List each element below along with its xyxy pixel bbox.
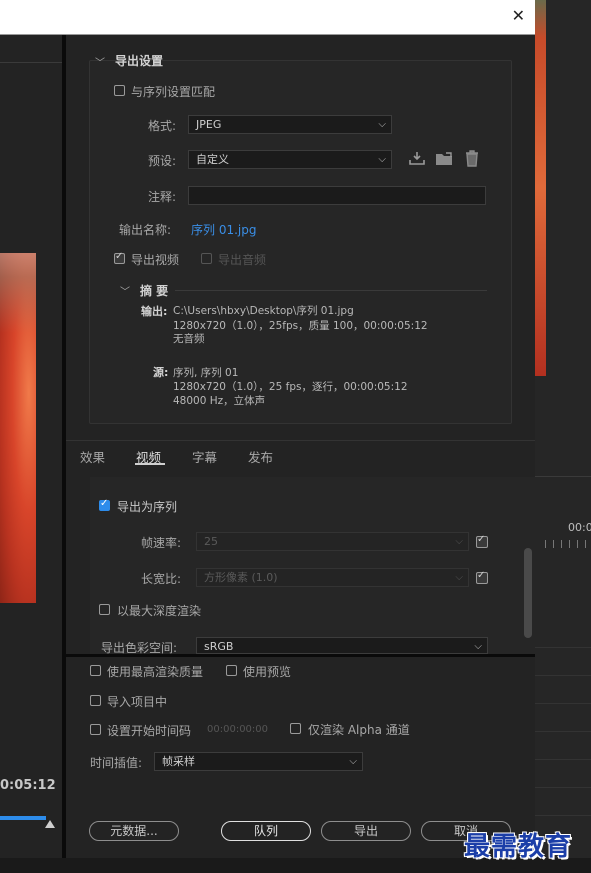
chevron-down-icon: ⌵ — [378, 119, 386, 130]
export-video-label: 导出视频 — [131, 253, 180, 267]
import-preset-icon[interactable] — [435, 150, 453, 170]
interpolation-value: 帧采样 — [162, 755, 195, 768]
export-button[interactable]: 导出 — [321, 821, 411, 841]
color-space-select[interactable]: sRGB ⌵ — [196, 637, 488, 654]
tab-publish[interactable]: 发布 — [248, 447, 273, 466]
format-label: 格式: — [148, 119, 177, 133]
export-as-sequence-checkbox[interactable] — [99, 498, 110, 511]
metadata-button[interactable]: 元数据... — [89, 821, 179, 841]
scrollbar[interactable] — [524, 548, 532, 638]
section-divider — [66, 654, 535, 657]
trash-icon[interactable] — [464, 150, 480, 171]
preview-timecode: 0:05:12 — [0, 778, 56, 793]
import-project-checkbox[interactable] — [90, 695, 101, 706]
aspect-value: 方形像素 (1.0) — [204, 571, 278, 584]
match-sequence-label: 与序列设置匹配 — [131, 85, 216, 99]
frame-rate-match-checkbox[interactable] — [476, 534, 488, 548]
right-panel-divider — [535, 476, 591, 477]
right-timecode: 00:0 — [568, 521, 591, 534]
interpolation-label: 时间插值: — [90, 756, 143, 770]
output-name-link[interactable]: 序列 01.jpg — [191, 221, 256, 238]
source-details: 1280x720（1.0），25 fps，逐行，00:00:05:12 — [173, 381, 408, 393]
format-select[interactable]: JPEG ⌵ — [188, 115, 392, 134]
start-timecode-checkbox[interactable] — [90, 724, 101, 735]
frame-rate-select[interactable]: 25 ⌵ — [196, 532, 469, 551]
export-as-sequence-label: 导出为序列 — [117, 500, 178, 514]
chevron-down-icon: ⌵ — [455, 536, 463, 547]
format-value: JPEG — [196, 118, 222, 131]
max-depth-label: 以最大深度渲染 — [117, 604, 202, 618]
preview-divider — [0, 62, 62, 63]
max-quality-checkbox[interactable] — [90, 665, 101, 676]
comments-label: 注释: — [148, 190, 177, 204]
match-sequence-checkbox[interactable] — [114, 85, 125, 96]
close-button[interactable]: ✕ — [512, 6, 525, 26]
start-timecode-label: 设置开始时间码 — [107, 724, 192, 738]
chevron-down-icon[interactable]: ﹀ — [120, 283, 130, 298]
preview-image-stem — [0, 253, 36, 333]
timeline-ruler — [545, 540, 591, 548]
output-details: 1280x720（1.0），25fps，质量 100，00:00:05:12 — [173, 320, 428, 332]
chevron-down-icon: ⌵ — [378, 154, 386, 165]
chevron-down-icon[interactable]: ﹀ — [95, 54, 105, 69]
chevron-down-icon: ⌵ — [349, 756, 357, 767]
max-depth-checkbox[interactable] — [99, 604, 110, 615]
interpolation-select[interactable]: 帧采样 ⌵ — [154, 752, 363, 771]
preset-value: 自定义 — [196, 153, 229, 166]
section-title: 导出设置 — [115, 54, 164, 68]
watermark-logo: 最需教育 — [464, 832, 573, 862]
preset-label: 预设: — [148, 154, 177, 168]
source-name: 序列, 序列 01 — [173, 367, 239, 379]
frame-rate-value: 25 — [204, 535, 218, 548]
output-name-label: 输出名称: — [119, 223, 172, 237]
source-audio: 48000 Hz，立体声 — [173, 395, 266, 407]
aspect-label: 长宽比: — [141, 572, 182, 586]
timeline-tracks — [535, 620, 591, 820]
output-audio: 无音频 — [173, 333, 205, 345]
use-preview-checkbox[interactable] — [226, 665, 237, 676]
dialog-titlebar: ✕ — [0, 0, 535, 35]
program-monitor-image — [535, 0, 546, 376]
render-alpha-label: 仅渲染 Alpha 通道 — [308, 723, 410, 737]
save-preset-icon[interactable] — [408, 150, 426, 170]
chevron-down-icon: ⌵ — [474, 641, 482, 652]
active-tab-indicator — [135, 463, 165, 465]
aspect-select[interactable]: 方形像素 (1.0) ⌵ — [196, 568, 469, 587]
export-audio-checkbox[interactable] — [201, 253, 212, 264]
queue-button[interactable]: 队列 — [221, 821, 311, 841]
playhead-marker[interactable] — [45, 820, 55, 828]
preview-timeline-bar[interactable] — [0, 816, 46, 820]
import-project-label: 导入项目中 — [107, 695, 168, 709]
source-label: 源: — [153, 366, 169, 379]
summary-title: 摘 要 — [140, 284, 169, 298]
export-video-checkbox[interactable] — [114, 251, 125, 264]
frame-rate-label: 帧速率: — [141, 536, 182, 550]
color-space-value: sRGB — [204, 640, 234, 653]
use-preview-label: 使用预览 — [243, 665, 292, 679]
summary-divider — [175, 290, 487, 291]
comments-input[interactable] — [188, 186, 486, 205]
export-audio-label: 导出音频 — [218, 253, 267, 267]
output-path: C:\Users\hbxy\Desktop\序列 01.jpg — [173, 305, 354, 317]
chevron-down-icon: ⌵ — [455, 572, 463, 583]
max-quality-label: 使用最高渲染质量 — [107, 665, 204, 679]
output-label: 输出: — [141, 305, 168, 318]
aspect-match-checkbox[interactable] — [476, 570, 488, 584]
tab-captions[interactable]: 字幕 — [192, 447, 217, 466]
preset-select[interactable]: 自定义 ⌵ — [188, 150, 392, 169]
tab-effects[interactable]: 效果 — [80, 447, 105, 466]
start-timecode-value[interactable]: 00:00:00:00 — [207, 724, 268, 735]
render-alpha-checkbox[interactable] — [290, 723, 301, 734]
